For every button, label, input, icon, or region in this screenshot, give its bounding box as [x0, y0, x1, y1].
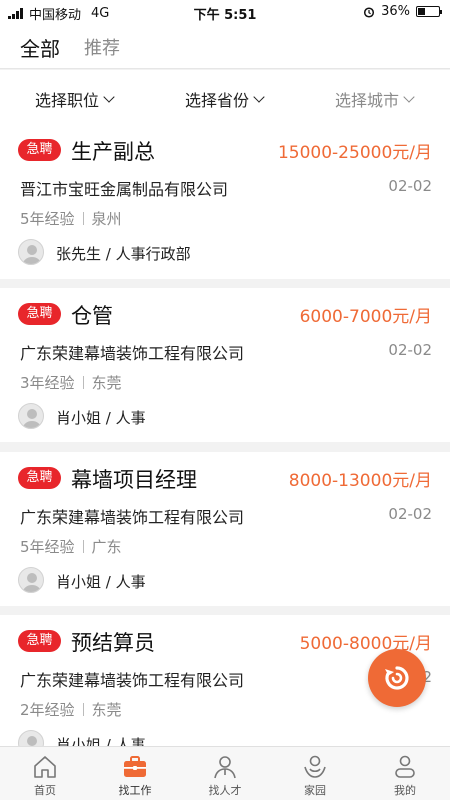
filter-position-label: 选择职位	[35, 91, 100, 110]
filter-province[interactable]: 选择省份	[185, 87, 265, 111]
tab-find-job[interactable]: 找工作	[90, 747, 180, 800]
tab-homeland[interactable]: 家园	[270, 747, 360, 800]
tab-home[interactable]: 首页	[0, 747, 90, 800]
battery-icon	[416, 6, 442, 17]
battery-percent: 36%	[381, 4, 410, 19]
header: 全部 推荐	[0, 24, 450, 69]
briefcase-icon	[124, 756, 146, 777]
experience: 5年经验	[20, 210, 75, 228]
location: 东莞	[91, 374, 122, 392]
filter-city[interactable]: 选择城市	[335, 87, 415, 111]
filter-bar: 选择职位 选择省份 选择城市	[0, 70, 450, 124]
contact-person: 肖小姐 / 人事	[56, 409, 146, 427]
filter-city-label: 选择城市	[335, 91, 400, 110]
job-salary: 15000-25000元/月	[277, 143, 432, 163]
chevron-down-icon	[253, 90, 265, 103]
company-name: 广东荣建幕墙装饰工程有限公司	[20, 344, 245, 363]
company-name: 广东荣建幕墙装饰工程有限公司	[20, 671, 245, 690]
refresh-button[interactable]	[368, 649, 426, 707]
job-meta: 3年经验 东莞	[20, 372, 122, 393]
job-title: 生产副总	[71, 140, 155, 164]
status-right: 36%	[363, 4, 442, 19]
contact-person: 肖小姐 / 人事	[56, 573, 146, 591]
tab-homeland-label: 家园	[304, 784, 326, 797]
divider	[82, 212, 84, 225]
job-salary: 5000-8000元/月	[299, 634, 432, 654]
job-card[interactable]: 急聘 幕墙项目经理 8000-13000元/月 广东荣建幕墙装饰工程有限公司 0…	[0, 452, 450, 606]
contact-person: 张先生 / 人事行政部	[56, 245, 191, 263]
heart-hands-icon	[304, 755, 326, 778]
tab-find-talent[interactable]: 找人才	[180, 747, 270, 800]
tab-mine-label: 我的	[394, 784, 416, 797]
status-bar: 中国移动 4G 下午 5:51 36%	[0, 0, 450, 24]
job-meta: 2年经验 东莞	[20, 699, 122, 720]
home-icon	[34, 756, 56, 778]
location: 东莞	[91, 701, 122, 719]
avatar	[18, 403, 44, 429]
tab-find-job-label: 找工作	[118, 784, 152, 797]
profile-icon	[395, 755, 415, 778]
post-date: 02-02	[388, 177, 432, 195]
filter-position[interactable]: 选择职位	[35, 87, 115, 111]
chevron-down-icon	[403, 90, 415, 103]
experience: 3年经验	[20, 374, 75, 392]
urgent-badge: 急聘	[18, 630, 61, 652]
location: 广东	[91, 538, 122, 556]
person-icon	[214, 756, 236, 779]
tab-home-label: 首页	[34, 784, 56, 797]
experience: 5年经验	[20, 538, 75, 556]
job-title: 仓管	[71, 304, 113, 328]
tab-all[interactable]: 全部	[20, 33, 60, 62]
filter-province-label: 选择省份	[185, 91, 250, 110]
job-card[interactable]: 急聘 仓管 6000-7000元/月 广东荣建幕墙装饰工程有限公司 02-02 …	[0, 288, 450, 442]
avatar	[18, 239, 44, 265]
post-date: 02-02	[388, 341, 432, 359]
experience: 2年经验	[20, 701, 75, 719]
job-meta: 5年经验 广东	[20, 536, 122, 557]
chevron-down-icon	[103, 90, 115, 103]
job-title: 预结算员	[71, 631, 155, 655]
avatar	[18, 730, 44, 746]
location: 泉州	[91, 210, 122, 228]
divider	[82, 703, 84, 716]
refresh-icon	[385, 666, 409, 690]
job-card[interactable]: 急聘 生产副总 15000-25000元/月 晋江市宝旺金属制品有限公司 02-…	[0, 124, 450, 279]
company-name: 广东荣建幕墙装饰工程有限公司	[20, 508, 245, 527]
contact-person: 肖小姐 / 人事	[56, 736, 146, 746]
job-meta: 5年经验 泉州	[20, 208, 122, 229]
divider	[82, 376, 84, 389]
urgent-badge: 急聘	[18, 303, 61, 325]
alarm-icon	[364, 6, 375, 18]
avatar	[18, 567, 44, 593]
bottom-tab-bar: 首页 找工作 找人才 家园 我的	[0, 746, 450, 800]
job-title: 幕墙项目经理	[71, 468, 197, 492]
post-date: 02-02	[388, 505, 432, 523]
urgent-badge: 急聘	[18, 467, 61, 489]
urgent-badge: 急聘	[18, 139, 61, 161]
tab-find-talent-label: 找人才	[208, 784, 242, 797]
job-salary: 8000-13000元/月	[288, 471, 432, 491]
divider	[82, 540, 84, 553]
job-salary: 6000-7000元/月	[299, 307, 432, 327]
tab-recommend[interactable]: 推荐	[84, 34, 120, 60]
tab-mine[interactable]: 我的	[360, 747, 450, 800]
company-name: 晋江市宝旺金属制品有限公司	[20, 180, 229, 199]
